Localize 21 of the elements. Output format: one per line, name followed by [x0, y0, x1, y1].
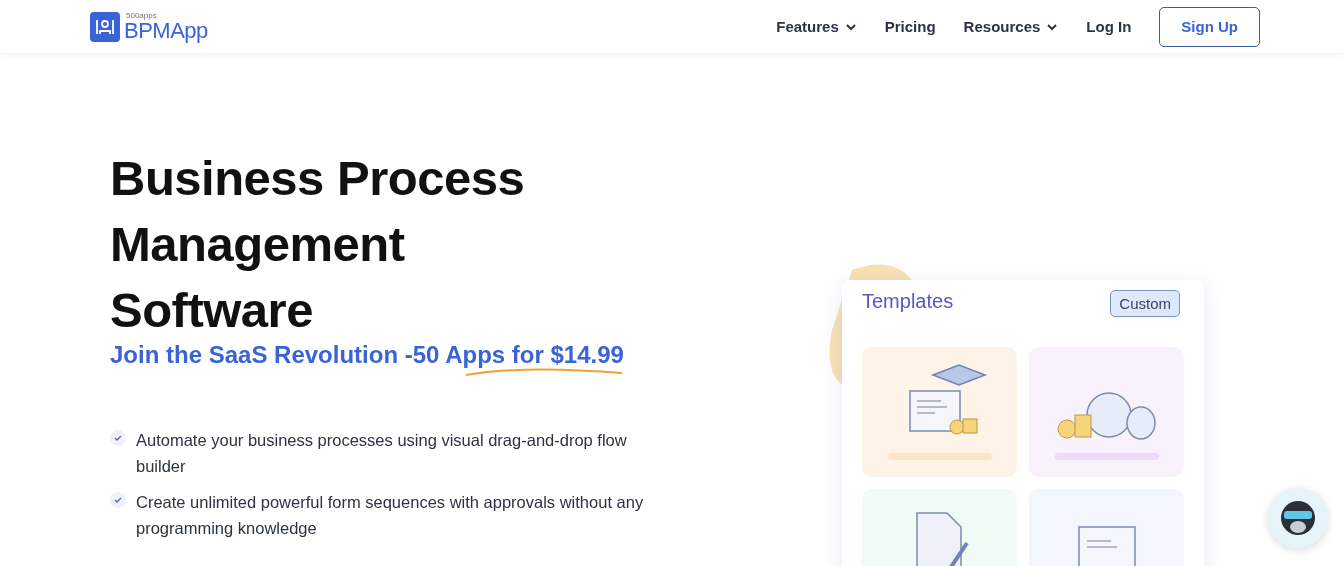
- nav-link[interactable]: Resources: [963, 18, 1059, 35]
- nav-link[interactable]: Pricing: [884, 18, 936, 35]
- check-icon: [110, 492, 126, 508]
- chat-avatar-icon[interactable]: [1268, 488, 1328, 548]
- logo-name[interactable]: BPMApp: [124, 19, 208, 42]
- nav-link[interactable]: Features: [776, 18, 857, 35]
- template-tile[interactable]: [862, 347, 1017, 477]
- check-icon: [110, 430, 126, 446]
- sign-up-button[interactable]: Sign Up: [1159, 6, 1260, 47]
- card-title: Templates: [862, 290, 954, 313]
- nav-link[interactable]: Log In: [1086, 18, 1132, 35]
- logo-icon[interactable]: [90, 11, 120, 42]
- template-tile[interactable]: [1029, 347, 1184, 477]
- hero-subtitle: Join the SaaS Revolution -50 Apps for $14.99: [110, 341, 625, 369]
- underline-swoosh-icon: [464, 367, 624, 377]
- custom-button[interactable]: Custom: [1110, 290, 1180, 317]
- scroll-drawing: [1076, 525, 1137, 566]
- feature-text: Automate your business processes using visual drag-and-drop flow builder: [136, 430, 628, 477]
- logo-tagline: 500apps: [126, 11, 158, 20]
- hero-title: Business Process Management Software: [110, 150, 526, 339]
- feature-text: Create unlimited powerful form sequences with approvals without any programming knowledge: [136, 492, 645, 539]
